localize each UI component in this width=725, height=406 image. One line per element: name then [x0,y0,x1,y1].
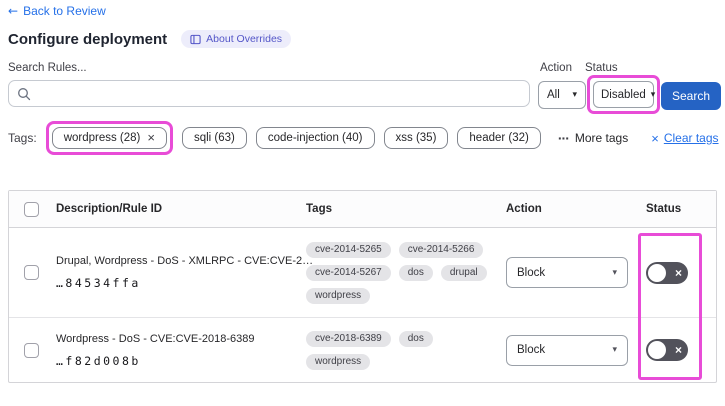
search-button[interactable]: Search [661,82,721,110]
clear-tags-button[interactable]: × Clear tags [651,131,718,146]
tag-badge: wordpress [306,353,371,370]
toggle-x-icon: × [674,343,682,357]
status-toggle-off[interactable]: × [646,339,688,361]
status-filter-label: Status [585,62,618,74]
action-dropdown[interactable]: Block ▾ [506,334,628,366]
action-dropdown[interactable]: Block ▾ [506,257,628,288]
back-link-label: Back to Review [23,4,106,18]
tag-pill-label: wordpress (28) [63,132,141,144]
toggle-knob [648,341,666,359]
column-header-description: Description/Rule ID [56,203,163,215]
row-checkbox[interactable] [24,265,39,280]
rule-description: Wordpress - DoS - CVE:CVE-2018-6389 [56,332,255,345]
rule-id: …f82d008b [56,353,141,368]
page-title: Configure deployment [8,30,168,48]
more-tags-button[interactable]: ··· More tags [558,130,628,146]
column-header-action: Action [506,203,542,215]
table-header-row: Description/Rule ID Tags Action Status [9,191,716,228]
tag-badge: dos [398,264,433,281]
column-header-status: Status [646,203,682,215]
search-rules-input[interactable] [37,81,529,106]
tag-badge: wordpress [306,287,371,304]
action-dropdown-value: Block [517,344,546,356]
chevron-down-icon: ▾ [612,345,617,355]
active-tag-highlight: wordpress (28) × [45,121,173,155]
tag-badge: drupal [440,264,487,281]
rule-description: Drupal, Wordpress - DoS - XMLRPC - CVE:C… [56,255,314,267]
row-checkbox[interactable] [24,342,39,358]
about-overrides-label: About Overrides [206,33,283,45]
rules-table: Description/Rule ID Tags Action Status D… [8,190,717,383]
close-icon: × [651,130,659,146]
chevron-down-icon: ▾ [650,89,656,100]
tag-badge: cve-2014-5267 [306,264,391,281]
chevron-down-icon: ▾ [572,90,577,100]
table-row: Wordpress - DoS - CVE:CVE-2018-6389 …f82… [9,318,716,382]
back-to-review-link[interactable]: ← Back to Review [8,4,106,18]
configure-deployment-page: ← Back to Review Configure deployment Ab… [0,0,725,406]
chevron-down-icon: ▾ [612,267,617,278]
clear-tags-label: Clear tags [663,131,719,145]
about-overrides-icon [190,34,201,44]
status-filter-value: Disabled [601,88,646,101]
column-header-tags: Tags [306,203,332,215]
tag-pill-header[interactable]: header (32) [457,127,541,149]
more-tags-label: More tags [574,131,629,145]
tag-pill-xss[interactable]: xss (35) [383,127,449,149]
tag-badge: dos [398,330,433,347]
title-row: Configure deployment About Overrides [8,30,292,48]
action-filter-label: Action [540,62,572,74]
search-input-wrap [8,80,530,107]
toggle-x-icon: × [674,265,682,280]
status-filter-dropdown[interactable]: Disabled ▾ [593,81,656,108]
rule-tags: cve-2014-5265 cve-2014-5266 cve-2014-526… [306,241,498,304]
tag-pill-sqli[interactable]: sqli (63) [181,127,247,149]
rule-tags: cve-2018-6389 dos wordpress [306,330,498,370]
ellipsis-icon: ··· [557,130,570,146]
action-filter-dropdown[interactable]: All ▾ [538,81,586,109]
about-overrides-badge[interactable]: About Overrides [181,30,292,48]
search-icon [18,87,31,100]
back-arrow-icon: ← [8,4,19,18]
remove-tag-icon[interactable]: × [147,131,155,144]
rule-id: …84534ffa [56,276,141,290]
tag-badge: cve-2014-5265 [306,241,391,258]
status-toggle-off[interactable]: × [646,261,688,284]
tag-badge: cve-2018-6389 [306,330,391,347]
tag-badge: cve-2014-5266 [398,241,484,258]
search-rules-label: Search Rules... [8,62,87,74]
tag-pill-wordpress[interactable]: wordpress (28) × [51,127,167,149]
toggle-knob [648,263,666,282]
tags-bar-label: Tags: [8,131,37,145]
select-all-checkbox[interactable] [24,201,39,217]
tag-pill-code-injection[interactable]: code-injection (40) [255,127,375,149]
action-filter-value: All [547,89,560,101]
tags-bar: Tags: wordpress (28) × sqli (63) code-in… [8,121,719,155]
action-dropdown-value: Block [517,266,546,279]
status-dropdown-highlight: Disabled ▾ [587,75,660,114]
table-row: Drupal, Wordpress - DoS - XMLRPC - CVE:C… [9,228,716,318]
